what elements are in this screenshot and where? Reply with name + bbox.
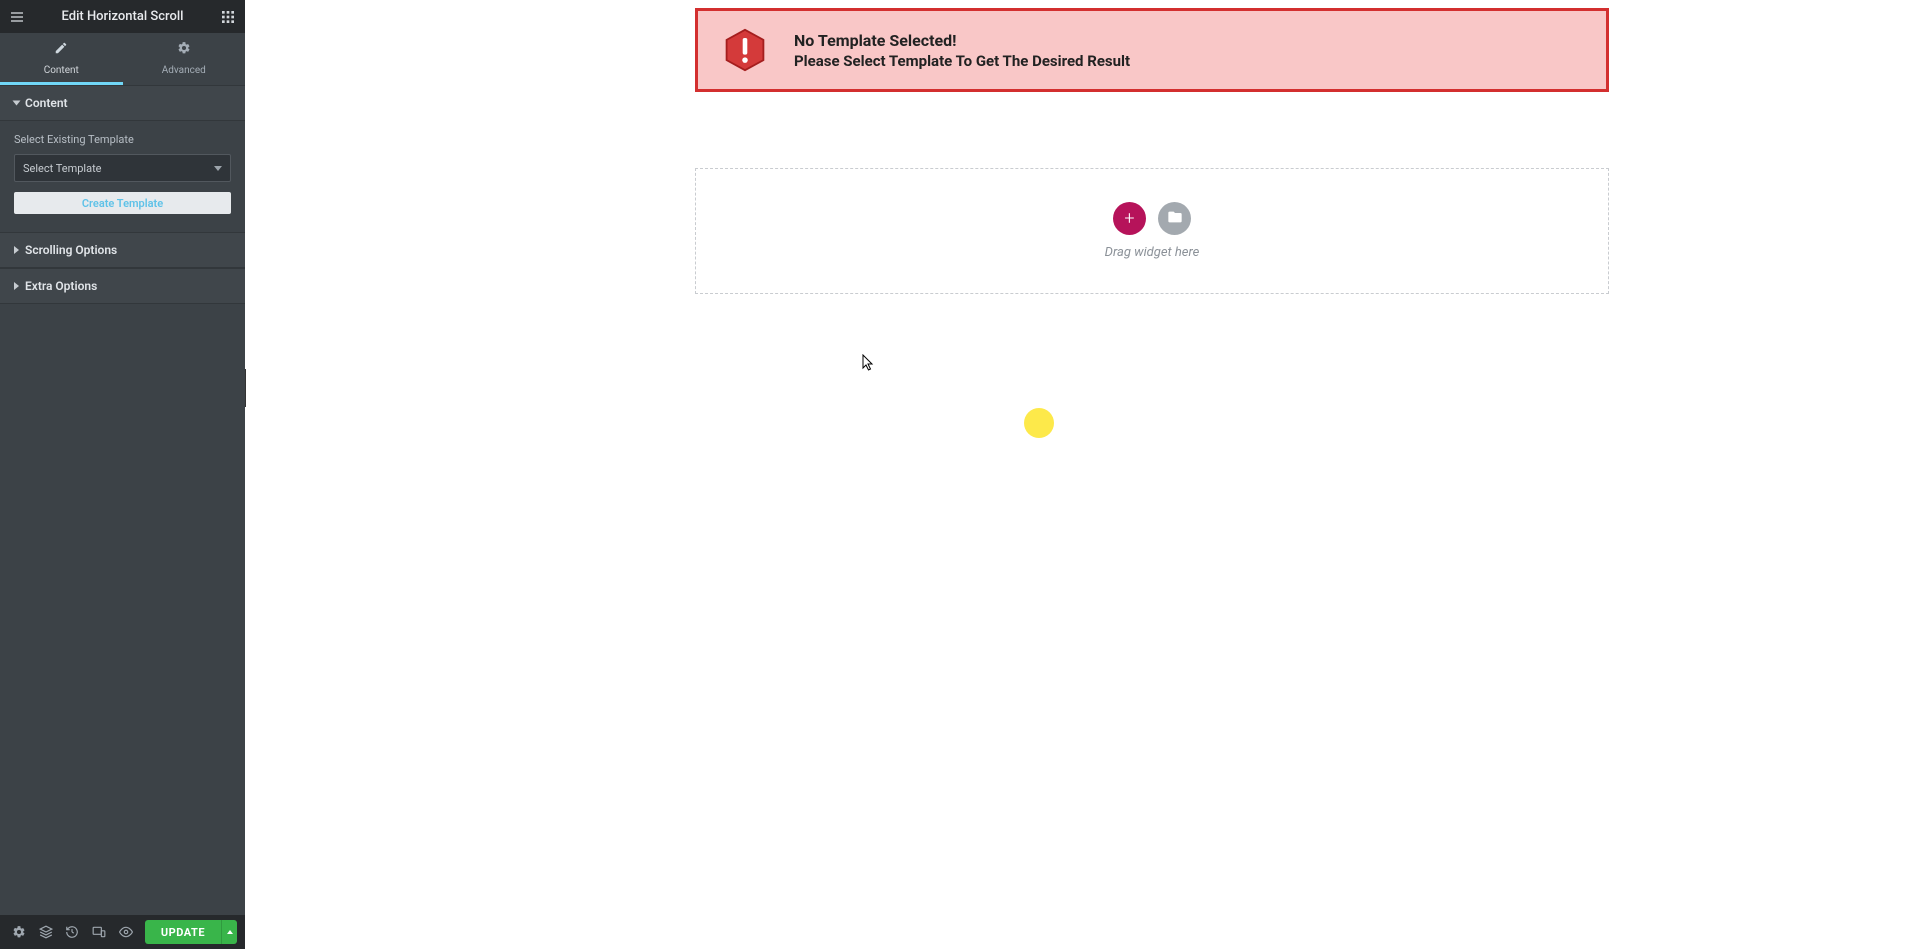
template-select-value: Select Template — [23, 162, 102, 175]
tab-content[interactable]: Content — [0, 33, 123, 85]
warning-hex-icon — [722, 27, 768, 73]
alert-subtitle: Please Select Template To Get The Desire… — [794, 52, 1130, 70]
no-template-alert: No Template Selected! Please Select Temp… — [695, 8, 1609, 92]
caret-right-icon — [14, 246, 19, 254]
caret-down-icon — [13, 101, 21, 106]
settings-button[interactable] — [8, 920, 31, 944]
plus-icon: + — [1124, 208, 1134, 229]
section-extra-title: Extra Options — [25, 279, 97, 293]
section-content-body: Select Existing Template Select Template… — [0, 121, 245, 232]
menu-icon[interactable] — [8, 8, 26, 26]
panel-title: Edit Horizontal Scroll — [26, 9, 219, 24]
caret-up-icon — [227, 930, 233, 934]
widgets-grid-icon[interactable] — [219, 8, 237, 26]
dropzone-actions: + — [1113, 202, 1191, 235]
tab-advanced-label: Advanced — [162, 65, 206, 76]
add-section-button[interactable]: + — [1113, 202, 1146, 235]
panel-body: Content Select Existing Template Select … — [0, 85, 245, 915]
responsive-button[interactable] — [88, 920, 111, 944]
add-template-button[interactable] — [1158, 202, 1191, 235]
dropzone-hint: Drag widget here — [1105, 245, 1200, 260]
highlight-marker — [1024, 408, 1054, 438]
alert-text: No Template Selected! Please Select Temp… — [794, 31, 1130, 70]
section-extra-head[interactable]: Extra Options — [0, 268, 245, 304]
create-template-button[interactable]: Create Template — [14, 192, 231, 214]
panel-tabs: Content Advanced — [0, 33, 245, 85]
template-select[interactable]: Select Template — [14, 154, 231, 182]
update-group: UPDATE — [145, 920, 237, 944]
section-scrolling-head[interactable]: Scrolling Options — [0, 232, 245, 268]
alert-title: No Template Selected! — [794, 31, 1130, 50]
template-label: Select Existing Template — [14, 133, 231, 146]
preview-canvas: No Template Selected! Please Select Temp… — [246, 0, 1920, 949]
section-content-head[interactable]: Content — [0, 85, 245, 121]
pencil-icon — [0, 41, 123, 58]
panel-footer: UPDATE — [0, 915, 245, 949]
sidebar-header: Edit Horizontal Scroll — [0, 0, 245, 33]
preview-button[interactable] — [114, 920, 137, 944]
navigator-button[interactable] — [35, 920, 58, 944]
gear-icon — [123, 41, 246, 58]
section-dropzone[interactable]: + Drag widget here — [695, 168, 1609, 294]
update-dropdown-button[interactable] — [221, 920, 237, 944]
tab-advanced[interactable]: Advanced — [123, 33, 246, 85]
editor-sidebar: Edit Horizontal Scroll Content Advanced … — [0, 0, 245, 949]
tab-content-label: Content — [44, 65, 79, 76]
history-button[interactable] — [61, 920, 84, 944]
cursor-icon — [862, 354, 874, 372]
update-button[interactable]: UPDATE — [145, 920, 221, 944]
caret-right-icon — [14, 282, 19, 290]
folder-icon — [1167, 209, 1183, 229]
section-content-title: Content — [25, 96, 68, 110]
section-scrolling-title: Scrolling Options — [25, 243, 117, 257]
chevron-down-icon — [214, 166, 222, 171]
